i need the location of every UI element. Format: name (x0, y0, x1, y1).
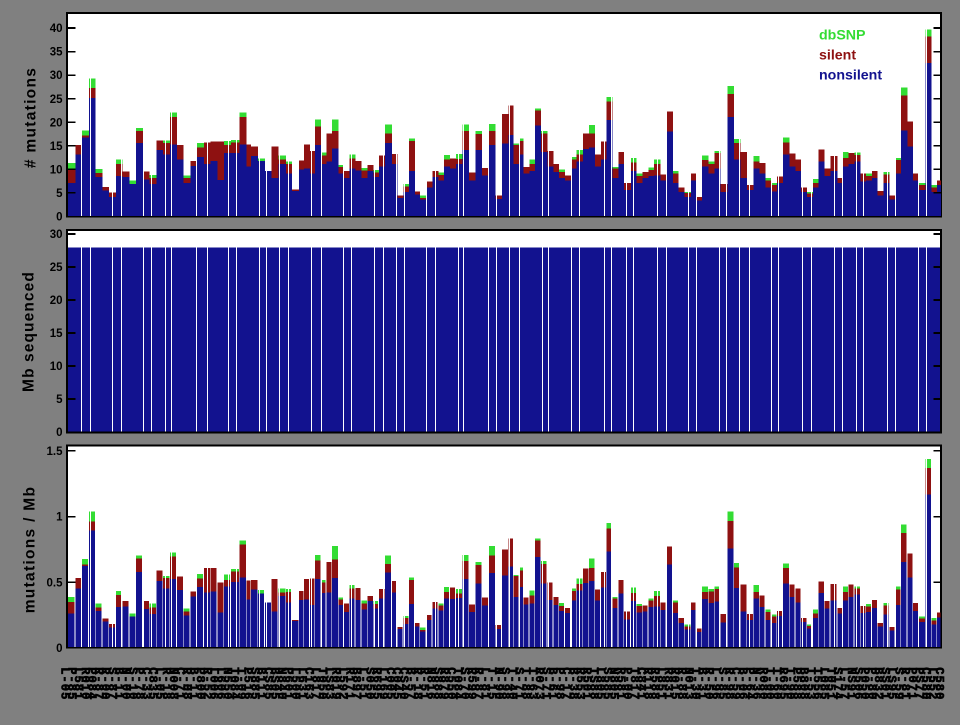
svg-text:mutations / Mb: mutations / Mb (22, 486, 39, 614)
svg-text:dbSNP: dbSNP (819, 27, 866, 43)
svg-text:0: 0 (56, 643, 62, 655)
svg-text:15: 15 (50, 141, 63, 153)
svg-text:silent: silent (819, 47, 856, 63)
svg-text:25: 25 (50, 262, 63, 274)
svg-text:15: 15 (50, 328, 63, 340)
svg-text:35: 35 (50, 47, 63, 59)
svg-text:1: 1 (56, 512, 63, 524)
svg-text:20: 20 (50, 295, 63, 307)
svg-text:nonsilent: nonsilent (819, 67, 882, 83)
svg-text:10: 10 (50, 361, 63, 373)
svg-text:5: 5 (56, 394, 63, 406)
svg-text:C580: C580 (932, 667, 946, 700)
svg-text:5: 5 (56, 188, 63, 200)
svg-text:40: 40 (50, 23, 63, 35)
svg-text:25: 25 (50, 94, 63, 106)
svg-text:# mutations: # mutations (23, 67, 40, 168)
svg-text:0: 0 (56, 427, 62, 439)
svg-text:10: 10 (50, 164, 63, 176)
svg-text:20: 20 (50, 117, 63, 129)
svg-text:1.5: 1.5 (47, 446, 64, 458)
svg-text:0.5: 0.5 (47, 577, 64, 589)
svg-text:Mb sequenced: Mb sequenced (20, 271, 37, 392)
svg-text:30: 30 (50, 70, 63, 82)
svg-text:30: 30 (50, 229, 63, 241)
svg-text:0: 0 (56, 212, 62, 224)
